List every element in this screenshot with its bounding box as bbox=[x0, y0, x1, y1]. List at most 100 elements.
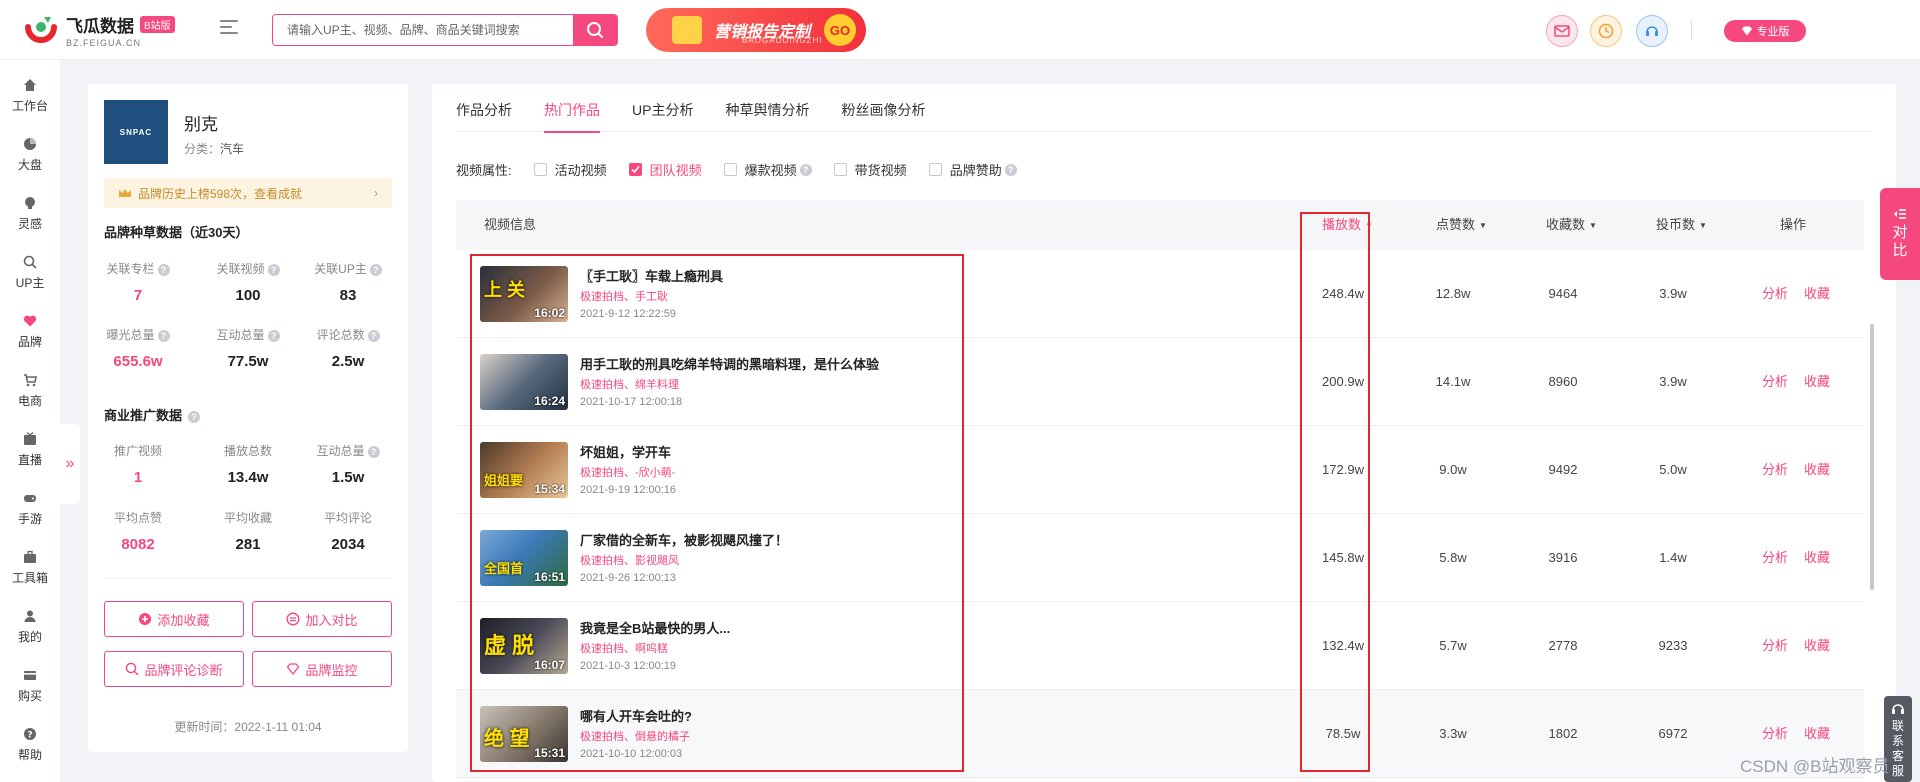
video-tags[interactable]: 极速拍档、绵羊料理 bbox=[580, 376, 679, 392]
filter-brand-sponsor[interactable]: 品牌赞助? bbox=[928, 160, 1017, 179]
video-title[interactable]: 〖手工耿〗车载上瘾刑具 bbox=[580, 266, 723, 285]
analyze-link[interactable]: 分析 bbox=[1762, 602, 1788, 690]
help-icon[interactable]: ? bbox=[188, 410, 201, 423]
video-title[interactable]: 坏姐姐，学开车 bbox=[580, 442, 671, 461]
sidebar-item-inspiration[interactable]: 灵感 bbox=[0, 190, 60, 242]
thumbnail-caption: 姐姐要 bbox=[484, 473, 524, 488]
video-tags[interactable]: 极速拍档、倒悬的橘子 bbox=[580, 728, 690, 744]
sidebar-item-live[interactable]: 直播 bbox=[0, 426, 60, 478]
tab-hot-works[interactable]: 热门作品 bbox=[544, 84, 600, 133]
expand-sidebar-button[interactable]: » bbox=[60, 424, 80, 504]
add-favorite-button[interactable]: 添加收藏 bbox=[104, 601, 244, 637]
filter-sales-video[interactable]: 带货视频 bbox=[833, 160, 907, 179]
report-banner[interactable]: 营销报告定制 BAOGAODINGZHI GO bbox=[646, 8, 866, 52]
filter-team-video[interactable]: 团队视频 bbox=[628, 160, 702, 179]
video-thumbnail[interactable]: 上 关 16:02 bbox=[480, 266, 568, 322]
add-compare-button[interactable]: 加入对比 bbox=[252, 601, 392, 637]
filter-hit-video[interactable]: 爆款视频? bbox=[723, 160, 812, 179]
search-button[interactable] bbox=[573, 15, 617, 45]
tab-sentiment-analysis[interactable]: 种草舆情分析 bbox=[725, 84, 809, 132]
checkbox[interactable] bbox=[533, 163, 547, 176]
analyze-link[interactable]: 分析 bbox=[1762, 250, 1788, 338]
analyze-link[interactable]: 分析 bbox=[1762, 426, 1788, 514]
video-tags[interactable]: 极速拍档、啊呜糕 bbox=[580, 640, 668, 656]
video-thumbnail[interactable]: 姐姐要 15:34 bbox=[480, 442, 568, 498]
help-icon[interactable]: ? bbox=[267, 329, 280, 342]
sidebar-item-up[interactable]: UP主 bbox=[0, 249, 60, 301]
tab-up-analysis[interactable]: UP主分析 bbox=[632, 84, 693, 132]
video-tags[interactable]: 极速拍档、影视飓风 bbox=[580, 552, 679, 568]
video-thumbnail[interactable]: 全国首 16:51 bbox=[480, 530, 568, 586]
column-likes-sort[interactable]: 点赞数 ▼ bbox=[1436, 200, 1487, 250]
video-thumbnail[interactable]: 虚 脱 16:07 bbox=[480, 618, 568, 674]
sidebar-item-workbench[interactable]: 工作台 bbox=[0, 72, 60, 124]
sidebar-item-ecommerce[interactable]: 电商 bbox=[0, 367, 60, 419]
stat-value[interactable]: 8082 bbox=[88, 536, 188, 553]
main-panel: 作品分析 热门作品 UP主分析 种草舆情分析 粉丝画像分析 视频属性: 活动视频… bbox=[432, 84, 1896, 782]
table-row: 绝 望 15:31 哪有人开车会吐的? 极速拍档、倒悬的橘子 2021-10-10… bbox=[456, 690, 1864, 778]
sidebar-item-brand[interactable]: 品牌 bbox=[0, 308, 60, 360]
sidebar-item-purchase[interactable]: 购买 bbox=[0, 662, 60, 714]
help-icon[interactable]: ? bbox=[369, 263, 382, 276]
sidebar-item-mobile-games[interactable]: 手游 bbox=[0, 485, 60, 537]
sidebar-item-mine[interactable]: 我的 bbox=[0, 603, 60, 655]
table-scrollbar[interactable] bbox=[1870, 324, 1874, 590]
sidebar-item-toolbox[interactable]: 工具箱 bbox=[0, 544, 60, 596]
banner-go-button[interactable]: GO bbox=[824, 14, 856, 46]
video-title[interactable]: 厂家借的全新车，被影视飓风撞了！ bbox=[580, 530, 788, 549]
video-tags[interactable]: 极速拍档、手工耿 bbox=[580, 288, 668, 304]
column-coins-sort[interactable]: 投币数 ▼ bbox=[1656, 200, 1707, 250]
checkbox-checked[interactable] bbox=[628, 163, 642, 176]
search-input[interactable] bbox=[273, 15, 573, 45]
brand-monitor-button[interactable]: 品牌监控 bbox=[252, 651, 392, 687]
collect-link[interactable]: 收藏 bbox=[1804, 338, 1830, 426]
checkbox[interactable] bbox=[833, 163, 847, 176]
checkbox[interactable] bbox=[928, 163, 942, 176]
video-thumbnail[interactable]: 绝 望 15:31 bbox=[480, 706, 568, 762]
help-icon[interactable]: ? bbox=[367, 445, 380, 458]
tab-fan-portrait[interactable]: 粉丝画像分析 bbox=[841, 84, 925, 132]
menu-toggle-icon[interactable] bbox=[220, 20, 238, 36]
stat-value[interactable]: 655.6w bbox=[88, 353, 188, 370]
clock-icon[interactable] bbox=[1590, 15, 1622, 47]
sidebar-item-help[interactable]: ? 帮助 bbox=[0, 721, 60, 773]
customer-service-icon[interactable] bbox=[1636, 15, 1668, 47]
compare-float-button[interactable]: 对比 bbox=[1880, 188, 1920, 280]
stat-value[interactable]: 7 bbox=[88, 287, 188, 304]
stat-value[interactable]: 1 bbox=[88, 469, 188, 486]
collect-link[interactable]: 收藏 bbox=[1804, 602, 1830, 690]
collect-link[interactable]: 收藏 bbox=[1804, 250, 1830, 338]
rank-achievement-link[interactable]: 品牌历史上榜598次，查看成就 › bbox=[104, 178, 392, 208]
help-icon[interactable]: ? bbox=[157, 263, 170, 276]
mail-icon[interactable] bbox=[1546, 15, 1578, 47]
logo[interactable]: 飞瓜数据 B站版 BZ.FEIGUA.CN bbox=[24, 12, 175, 48]
logo-badge: B站版 bbox=[140, 16, 175, 33]
stat-value: 77.5w bbox=[227, 353, 269, 370]
help-icon[interactable]: ? bbox=[267, 263, 280, 276]
analyze-link[interactable]: 分析 bbox=[1762, 338, 1788, 426]
brand-comment-diagnosis-button[interactable]: 品牌评论诊断 bbox=[104, 651, 244, 687]
collect-link[interactable]: 收藏 bbox=[1804, 426, 1830, 514]
coins-value: 6972 bbox=[1658, 726, 1688, 741]
filter-activity-video[interactable]: 活动视频 bbox=[533, 160, 607, 179]
analyze-link[interactable]: 分析 bbox=[1762, 514, 1788, 602]
video-title[interactable]: 哪有人开车会吐的? bbox=[580, 706, 692, 725]
help-icon[interactable]: ? bbox=[367, 329, 380, 342]
column-plays-sort[interactable]: 播放数 ▼ bbox=[1322, 200, 1373, 250]
help-icon[interactable]: ? bbox=[799, 163, 812, 176]
video-thumbnail[interactable]: 16:24 bbox=[480, 354, 568, 410]
sidebar-item-market[interactable]: 大盘 bbox=[0, 131, 60, 183]
video-tags[interactable]: 极速拍档、-欣小萌- bbox=[580, 464, 675, 480]
column-favorites-sort[interactable]: 收藏数 ▼ bbox=[1546, 200, 1597, 250]
filter-option-label: 带货视频 bbox=[854, 163, 907, 178]
collect-link[interactable]: 收藏 bbox=[1804, 514, 1830, 602]
checkbox[interactable] bbox=[723, 163, 737, 176]
tab-work-analysis[interactable]: 作品分析 bbox=[456, 84, 512, 132]
video-title[interactable]: 用手工耿的刑具吃绵羊特调的黑暗料理，是什么体验 bbox=[580, 354, 879, 373]
help-icon[interactable]: ? bbox=[157, 329, 170, 342]
video-title[interactable]: 我竟是全B站最快的男人... bbox=[580, 618, 730, 637]
pro-version-button[interactable]: 专业版 bbox=[1724, 20, 1806, 42]
help-icon[interactable]: ? bbox=[1004, 163, 1017, 176]
video-date: 2021-10-10 12:00:03 bbox=[580, 748, 683, 760]
coins-value: 5.0w bbox=[1659, 462, 1687, 477]
